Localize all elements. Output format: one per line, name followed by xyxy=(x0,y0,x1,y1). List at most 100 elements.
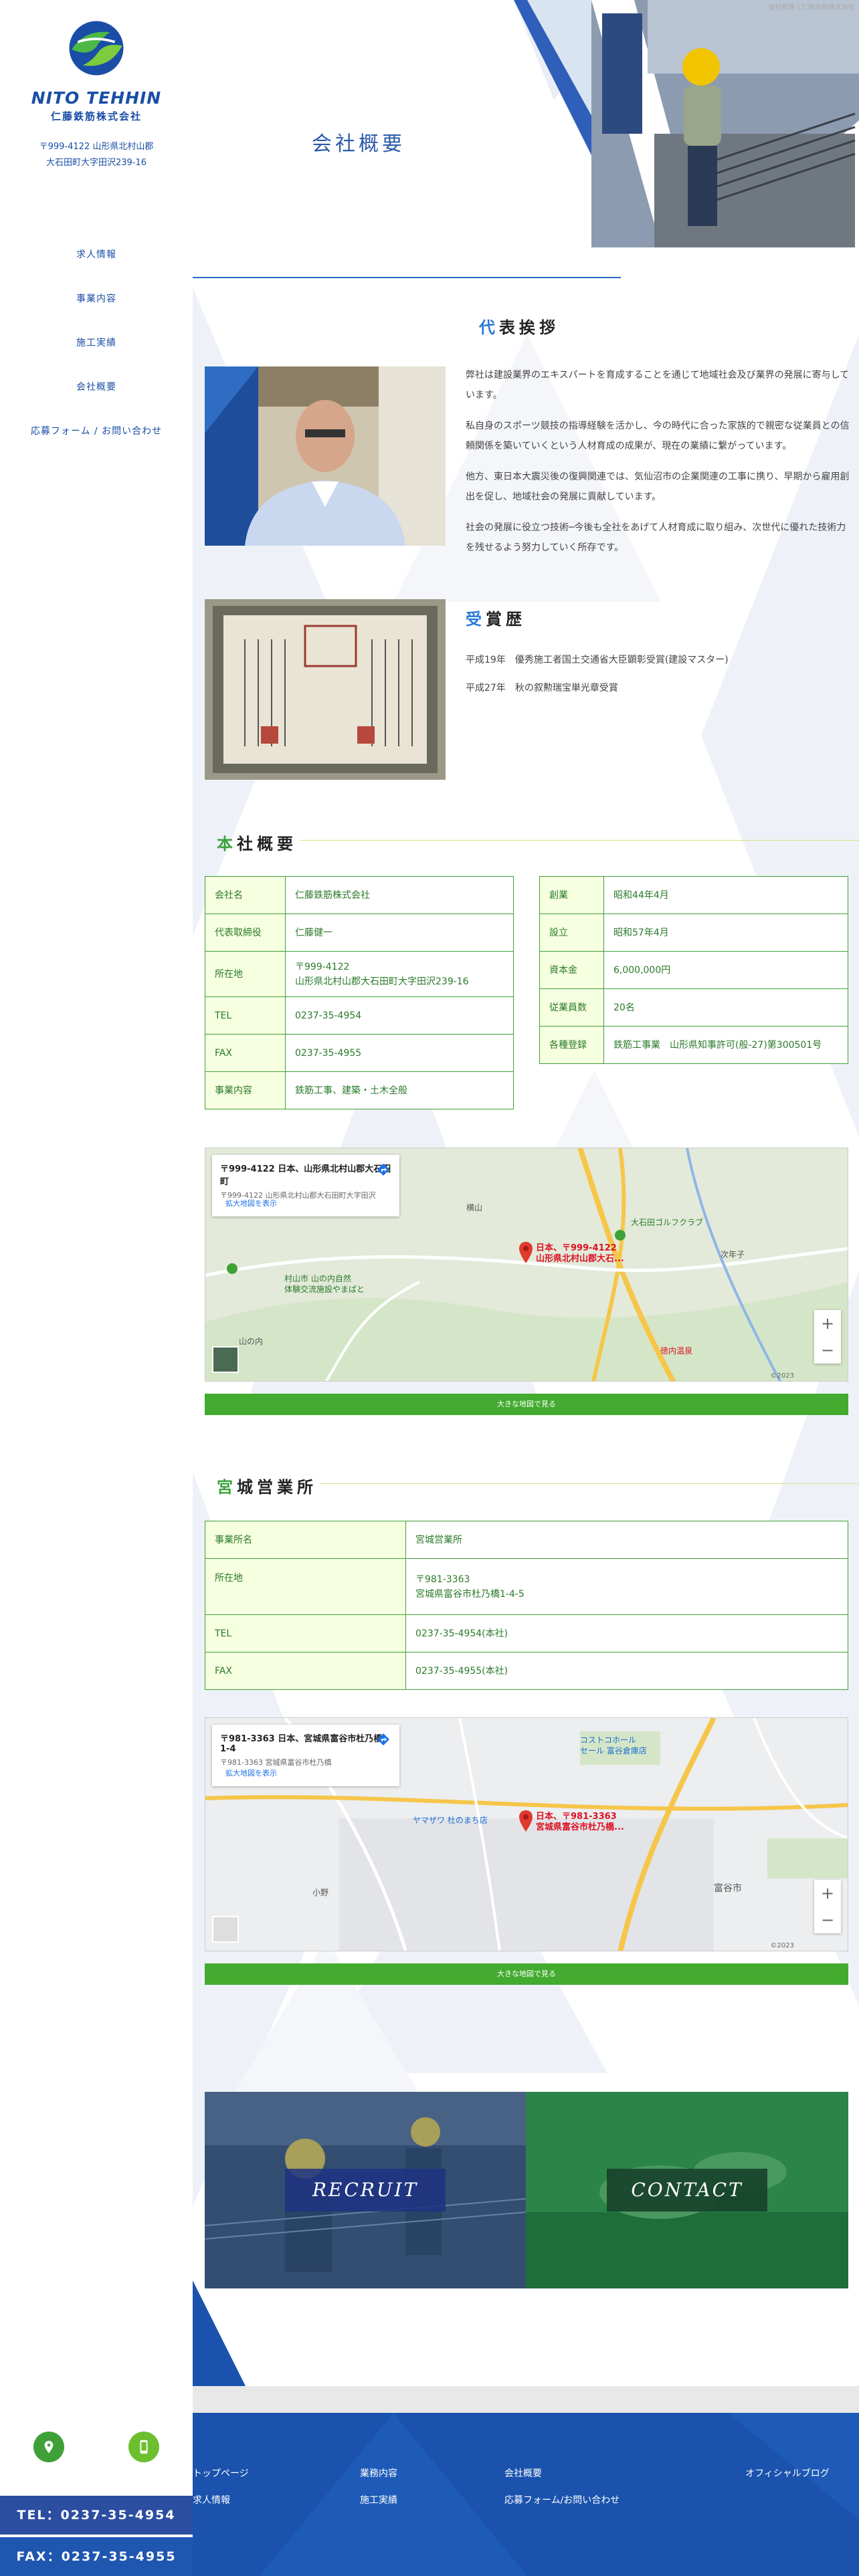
zoom-in-button[interactable]: + xyxy=(814,1880,841,1907)
open-large-map-button[interactable]: 大きな地図で見る xyxy=(205,1963,848,1985)
award-certificate-photo xyxy=(205,599,446,780)
map-attribution: ©2023 xyxy=(770,1942,794,1949)
zoom-out-button[interactable]: − xyxy=(814,1907,841,1933)
map-satellite-toggle[interactable] xyxy=(212,1916,239,1943)
branch-info-table: 事業所名 宮城営業所 所在地 〒981-3363 宮城県富谷市杜乃橋1-4-5 TEL… xyxy=(205,1521,848,1690)
footer: トップページ 業務内容 会社概要 オフィシャルブログ 求人情報 施工実績 応募フ… xyxy=(193,2413,859,2576)
directions-icon[interactable] xyxy=(377,1733,390,1746)
logo[interactable]: NITO TEHHIN 仁藤鉄筋株式会社 〒999-4122 山形県北村山郡 大… xyxy=(0,17,193,171)
footer-link-company[interactable]: 会社概要 xyxy=(504,2466,542,2480)
greeting-paragraph: 弊社は建設業界のエキスパートを育成することを通じて地域社会及び業界の発展に寄与し… xyxy=(466,370,850,401)
page-title: 会社概要 xyxy=(312,132,405,156)
map-pin-label: 日本、〒981-3363 宮城県富谷市杜乃橋... xyxy=(536,1812,624,1832)
logo-text-en: NITO TEHHIN xyxy=(31,88,162,108)
award-item: 平成27年 秋の叙勲瑞宝単光章受賞 xyxy=(466,683,618,693)
branch-map[interactable]: 〒981-3363 日本、宮城県富谷市杜乃橋1-4 〒981-3363 宮城県富… xyxy=(205,1717,848,1951)
corner-decoration xyxy=(193,2280,246,2387)
footer-link-works[interactable]: 施工実績 xyxy=(360,2493,397,2506)
greeting-paragraph: 他方、東日本大震災後の復興関連では、気仙沼市の企業関連の工事に携り、早期から雇用… xyxy=(466,471,850,502)
contact-banner[interactable]: CONTACT xyxy=(526,2092,848,2288)
main-content: 会社概要 | 仁藤鉄筋株式会社 会社概要 代表挨拶 弊社は建設業界のエキスパート… xyxy=(193,0,859,2576)
table-row: FAX 0237-35-4955 xyxy=(205,1034,514,1072)
address-line-1: 〒999-4122 山形県北村山郡 xyxy=(39,142,154,152)
hero-divider xyxy=(193,277,621,278)
contact-banner-label: CONTACT xyxy=(607,2169,767,2212)
table-row: TEL 0237-35-4954 xyxy=(205,996,514,1035)
sidebar-nav: 求人情報 事業内容 施工実績 会社概要 応募フォーム / お問い合わせ xyxy=(0,233,193,453)
directions-icon[interactable] xyxy=(377,1163,390,1176)
map-info-card: 〒981-3363 日本、宮城県富谷市杜乃橋1-4 〒981-3363 宮城県富… xyxy=(212,1725,399,1786)
map-place-label: 徳内温泉 xyxy=(660,1346,693,1356)
greeting-text: 弊社は建設業界のエキスパートを育成することを通じて地域社会及び業界の発展に寄与し… xyxy=(466,365,851,568)
map-pin-button[interactable] xyxy=(33,2432,64,2462)
headquarters-map[interactable]: 〒999-4122 日本、山形県北村山郡大石田町 〒999-4122 山形県北村… xyxy=(205,1148,848,1382)
section-divider xyxy=(300,840,859,841)
hero-graphic xyxy=(193,0,859,278)
map-satellite-toggle[interactable] xyxy=(212,1346,239,1373)
award-item: 平成19年 優秀施工者国土交通省大臣顕彰受賞(建設マスター) xyxy=(466,655,729,665)
footer-link-recruit[interactable]: 求人情報 xyxy=(193,2493,230,2506)
footer-link-top[interactable]: トップページ xyxy=(193,2466,249,2480)
map-zoom-control: + − xyxy=(814,1310,841,1364)
side-icon-row xyxy=(0,2432,193,2472)
map-pin-icon xyxy=(44,2440,54,2454)
table-row: TEL 0237-35-4954(本社) xyxy=(205,1614,848,1652)
tel-bar[interactable]: TEL：0237-35-4954 xyxy=(0,2496,193,2535)
nav-item-business[interactable]: 事業内容 xyxy=(0,277,193,321)
hero-breadcrumb: 会社概要 | 仁藤鉄筋株式会社 xyxy=(768,4,855,11)
table-row: 代表取締役 仁藤健一 xyxy=(205,914,514,952)
recruit-banner-label: RECRUIT xyxy=(285,2169,446,2212)
company-overview-title: 本社概要 xyxy=(217,835,297,853)
open-large-map-button[interactable]: 大きな地図で見る xyxy=(205,1394,848,1415)
table-row: 事業内容 鉄筋工事、建築・土木全般 xyxy=(205,1071,514,1109)
table-row: 会社名 仁藤鉄筋株式会社 xyxy=(205,876,514,914)
greeting-paragraph: 社会の発展に役立つ技術─今後も全社をあげて人材育成に取り組み、次世代に優れた技術… xyxy=(466,522,846,553)
footer-link-blog[interactable]: オフィシャルブログ xyxy=(745,2466,830,2480)
footer-link-contact[interactable]: 応募フォーム/お問い合わせ xyxy=(504,2493,619,2506)
map-place-label: 村山市 山の内自然 xyxy=(284,1274,351,1283)
logo-text-jp: 仁藤鉄筋株式会社 xyxy=(50,110,142,122)
nav-item-contact[interactable]: 応募フォーム / お問い合わせ xyxy=(0,409,193,453)
section-divider xyxy=(320,1483,859,1484)
map-place-label: コストコホール xyxy=(580,1735,637,1745)
map-place-label: ヤマザワ 杜のまち店 xyxy=(413,1816,488,1825)
awards-title: 受賞歴 xyxy=(466,610,526,629)
table-row: 創業 昭和44年4月 xyxy=(539,876,848,914)
table-row: 所在地 〒999-4122 山形県北村山郡大石田町大字田沢239-16 xyxy=(205,951,514,997)
map-place-label: 山の内 xyxy=(239,1337,264,1346)
footer-link-business[interactable]: 業務内容 xyxy=(360,2466,397,2480)
map-place-label: セール 富谷倉庫店 xyxy=(580,1746,647,1755)
map-info-card: 〒999-4122 日本、山形県北村山郡大石田町 〒999-4122 山形県北村… xyxy=(212,1155,399,1216)
phone-button[interactable] xyxy=(128,2432,159,2462)
map-pin-icon[interactable] xyxy=(518,1810,533,1832)
page-hero: 会社概要 | 仁藤鉄筋株式会社 会社概要 xyxy=(193,0,859,278)
greeting-paragraph: 私自身のスポーツ競技の指導経験を活かし、今の時代に合った家族的で親密な従業員との… xyxy=(466,421,850,451)
map-attribution: ©2023 xyxy=(770,1372,794,1380)
fax-bar: FAX：0237-35-4955 xyxy=(0,2537,193,2576)
map-place-label: 富谷市 xyxy=(714,1883,742,1894)
nav-item-works[interactable]: 施工実績 xyxy=(0,321,193,365)
company-address: 〒999-4122 山形県北村山郡 大石田町大字田沢239-16 xyxy=(0,139,193,171)
zoom-in-button[interactable]: + xyxy=(814,1310,841,1337)
zoom-out-button[interactable]: − xyxy=(814,1337,841,1364)
table-row: 所在地 〒981-3363 宮城県富谷市杜乃橋1-4-5 xyxy=(205,1558,848,1615)
map-place-label: 体験交流施設やまばと xyxy=(284,1285,365,1294)
branch-title: 宮城営業所 xyxy=(217,1478,317,1497)
footer-stripe xyxy=(193,2386,859,2413)
table-row: 資本金 6,000,000円 xyxy=(539,951,848,989)
enlarge-map-link[interactable]: 拡大地図を表示 xyxy=(225,1767,277,1778)
map-place-label: 次年子 xyxy=(721,1250,745,1259)
awards-list: 平成19年 優秀施工者国土交通省大臣顕彰受賞(建設マスター) 平成27年 秋の叙… xyxy=(466,650,851,706)
nav-item-recruit[interactable]: 求人情報 xyxy=(0,233,193,277)
enlarge-map-link[interactable]: 拡大地図を表示 xyxy=(225,1198,277,1208)
map-place-label: 横山 xyxy=(466,1203,483,1212)
map-pin-icon[interactable] xyxy=(518,1242,533,1263)
map-pin-label: 日本、〒999-4122 山形県北村山郡大石... xyxy=(536,1243,624,1264)
map-place-label: 小野 xyxy=(312,1888,329,1897)
sidebar: NITO TEHHIN 仁藤鉄筋株式会社 〒999-4122 山形県北村山郡 大… xyxy=(0,0,193,2576)
recruit-banner[interactable]: RECRUIT xyxy=(205,2092,526,2288)
smartphone-icon xyxy=(140,2440,148,2454)
nav-item-company[interactable]: 会社概要 xyxy=(0,365,193,409)
company-history-table: 創業 昭和44年4月 設立 昭和57年4月 資本金 6,000,000円 従業員数 20… xyxy=(539,876,848,1064)
table-row: 各種登録 鉄筋工事業 山形県知事許可(般-27)第300501号 xyxy=(539,1026,848,1064)
